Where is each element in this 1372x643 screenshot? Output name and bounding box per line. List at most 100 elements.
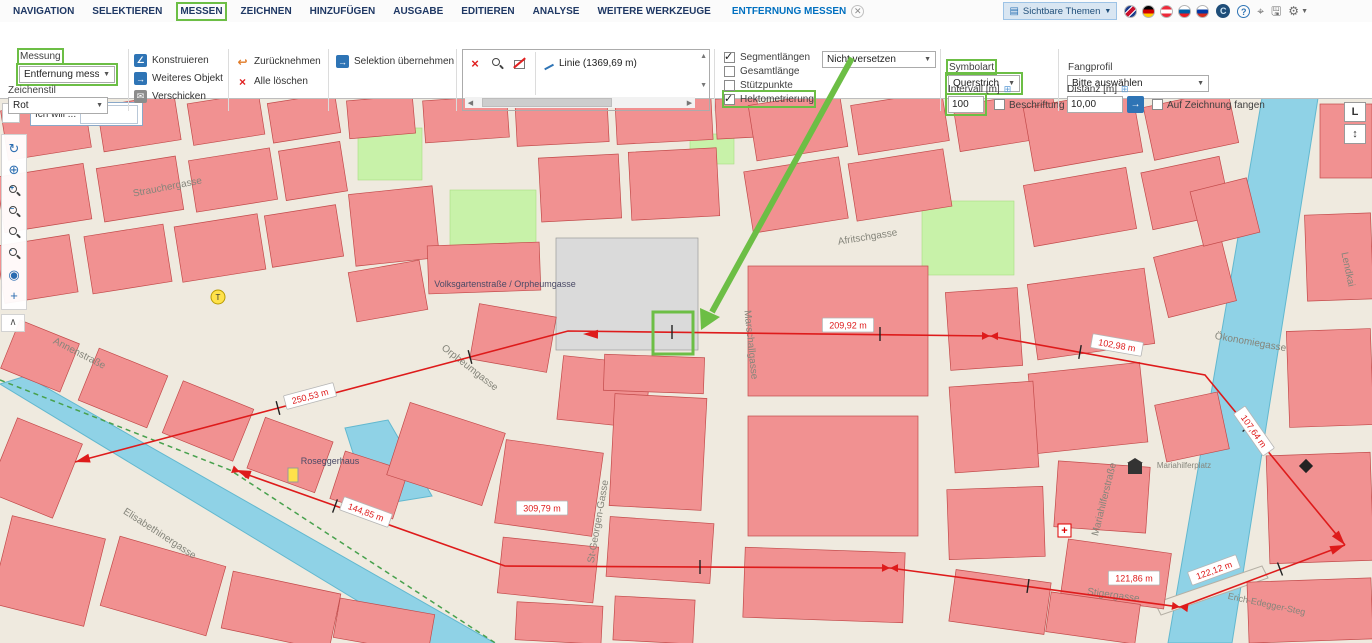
- checkbox-label: Gesamtlänge: [740, 66, 799, 77]
- zoom-in-tool[interactable]: +: [4, 180, 24, 201]
- flag-uk-icon[interactable]: [1124, 5, 1137, 18]
- auf-zeichnung-fangen-label: Auf Zeichnung fangen: [1167, 100, 1265, 111]
- verschicken-button[interactable]: ✉ Verschicken: [134, 90, 206, 103]
- measure-toolbar: Messung Entfernung messen ▼ Zeichenstil …: [0, 22, 1372, 99]
- zoom-window-tool[interactable]: [4, 222, 24, 243]
- selektion-uebernehmen-button[interactable]: → Selektion übernehmen: [336, 55, 454, 68]
- checkbox-gesamtlänge[interactable]: [724, 66, 735, 77]
- measurement-label: 121,86 m: [1108, 571, 1159, 585]
- layers-icon: ▤: [1009, 6, 1018, 17]
- close-tab-icon[interactable]: ✕: [851, 5, 864, 18]
- alle-loeschen-button[interactable]: × Alle löschen: [236, 75, 308, 88]
- flag-de-icon[interactable]: [1142, 5, 1155, 18]
- messung-dropdown[interactable]: Entfernung messen ▼: [19, 66, 115, 83]
- send-icon: ✉: [134, 90, 147, 103]
- menu-tab-editieren[interactable]: EDITIEREN: [461, 6, 514, 17]
- help-icon[interactable]: ?: [1237, 5, 1250, 18]
- measurement-label: 309,79 m: [516, 501, 567, 515]
- option-row-1: Gesamtlänge: [724, 64, 814, 78]
- zuruecknehmen-button[interactable]: ↩ Zurücknehmen: [236, 55, 321, 68]
- geometry-list-item[interactable]: Linie (1369,69 m): [541, 56, 639, 71]
- language-flags: [1124, 5, 1209, 18]
- scrollbar-thumb[interactable]: [482, 98, 612, 107]
- collapse-tools-button[interactable]: ∧: [1, 314, 25, 332]
- versetzen-dropdown[interactable]: Nicht versetzen ▼: [822, 51, 936, 68]
- messung-label: Messung: [20, 51, 61, 62]
- pan-extent-tool[interactable]: +: [4, 285, 24, 306]
- scroll-down-icon[interactable]: ▼: [700, 82, 707, 89]
- svg-text:121,86 m: 121,86 m: [1115, 573, 1153, 583]
- measure-objects-panel: × Linie (1369,69 m) ▲ ▼ ◀ ▶: [462, 49, 710, 111]
- menu-tab-ausgabe[interactable]: AUSGABE: [393, 6, 443, 17]
- tab-entfernung-messen[interactable]: ENTFERNUNG MESSEN ✕: [732, 5, 864, 18]
- fangprofil-label: Fangprofil: [1068, 62, 1112, 73]
- street-label: Mariahilferplatz: [1157, 461, 1211, 470]
- distanz-input[interactable]: [1067, 96, 1123, 113]
- flag-si-icon[interactable]: [1178, 5, 1191, 18]
- intervall-label: Intervall [m]⊞: [948, 84, 1011, 95]
- map-canvas[interactable]: StrauchergasseVolksgartenstraße / Orpheu…: [0, 98, 1372, 643]
- pin-icon[interactable]: ⌖: [1257, 4, 1264, 18]
- undo-icon: ↩: [236, 55, 249, 68]
- apply-distance-button[interactable]: →: [1127, 96, 1144, 113]
- settings-button[interactable]: ⚙ ▼: [1288, 4, 1308, 18]
- globe-icon[interactable]: C: [1216, 4, 1230, 18]
- measure-tool-button[interactable]: ↕: [1344, 124, 1366, 144]
- zeichenstil-label: Zeichenstil: [8, 85, 56, 96]
- flag-at-icon[interactable]: [1160, 5, 1173, 18]
- svg-text:T: T: [216, 293, 221, 302]
- map-tools: ↻⊕+−·◉+: [1, 134, 27, 310]
- overview-tool[interactable]: ⊕: [4, 159, 24, 180]
- checkbox-segmentlängen[interactable]: [724, 52, 735, 63]
- svg-text:+: +: [1061, 525, 1067, 537]
- save-icon[interactable]: 🖫: [1271, 4, 1281, 18]
- delete-measure-icon[interactable]: ×: [467, 55, 483, 71]
- checkbox-label: Stützpunkte: [740, 80, 793, 91]
- zoom-last-tool[interactable]: ·: [4, 243, 24, 264]
- refresh-tool[interactable]: ↻: [4, 138, 24, 159]
- grid-icon: ⊞: [1004, 84, 1012, 94]
- menu-tab-zeichnen[interactable]: ZEICHNEN: [241, 6, 292, 17]
- zoom-out-tool[interactable]: −: [4, 201, 24, 222]
- beschriftung-label: Beschriftung: [1009, 100, 1065, 111]
- checkbox-stützpunkte[interactable]: [724, 80, 735, 91]
- symbolart-label: Symbolart: [949, 62, 994, 73]
- center-marker-tool[interactable]: ◉: [4, 264, 24, 285]
- menu-tab-analyse[interactable]: ANALYSE: [533, 6, 580, 17]
- intervall-input[interactable]: [948, 96, 984, 113]
- snap-off-icon[interactable]: [511, 55, 527, 71]
- chevron-down-icon: ▼: [1104, 8, 1111, 15]
- grid-icon: ⊞: [1121, 84, 1129, 94]
- scroll-up-icon[interactable]: ▲: [700, 53, 707, 60]
- option-row-3: Hektometrierung: [724, 92, 814, 106]
- menu-tab-navigation[interactable]: NAVIGATION: [13, 6, 74, 17]
- line-icon: [543, 59, 555, 69]
- menu-tab-selektieren[interactable]: SELEKTIEREN: [92, 6, 162, 17]
- poi-yellow-marker: [288, 468, 298, 482]
- chevron-down-icon: ▼: [92, 102, 103, 109]
- zeichenstil-dropdown[interactable]: Rot ▼: [8, 97, 108, 114]
- construct-icon: ∠: [134, 54, 147, 67]
- horizontal-scrollbar[interactable]: ◀ ▶: [465, 97, 695, 108]
- checkbox-hektometrierung[interactable]: [724, 94, 735, 105]
- menu-tab-hinzuf-gen[interactable]: HINZUFÜGEN: [310, 6, 376, 17]
- street-label: Volksgartenstraße / Orpheumgasse: [434, 279, 576, 289]
- distanz-label: Distanz [m]⊞: [1067, 84, 1129, 95]
- zoom-to-measure-icon[interactable]: [489, 55, 505, 71]
- scroll-right-icon[interactable]: ▶: [684, 99, 695, 107]
- auf-zeichnung-fangen-checkbox[interactable]: [1152, 99, 1163, 110]
- flag-ru-icon[interactable]: [1196, 5, 1209, 18]
- menu-tab-weitere-werkzeuge[interactable]: WEITERE WERKZEUGE: [597, 6, 710, 17]
- chevron-down-icon: ▼: [920, 56, 931, 63]
- scroll-left-icon[interactable]: ◀: [465, 99, 476, 107]
- visible-themes-dropdown[interactable]: ▤ Sichtbare Themen ▼: [1003, 2, 1117, 20]
- konstruieren-button[interactable]: ∠ Konstruieren: [134, 54, 209, 67]
- menu-tab-messen[interactable]: MESSEN: [180, 6, 222, 17]
- beschriftung-checkbox[interactable]: [994, 99, 1005, 110]
- option-row-2: Stützpunkte: [724, 78, 814, 92]
- arrow-right-icon: →: [134, 72, 147, 85]
- visible-themes-label: Sichtbare Themen: [1023, 6, 1100, 17]
- weiteres-objekt-button[interactable]: → Weiteres Objekt: [134, 72, 223, 85]
- active-tab-label: ENTFERNUNG MESSEN: [732, 6, 846, 17]
- legend-button[interactable]: L: [1344, 102, 1366, 122]
